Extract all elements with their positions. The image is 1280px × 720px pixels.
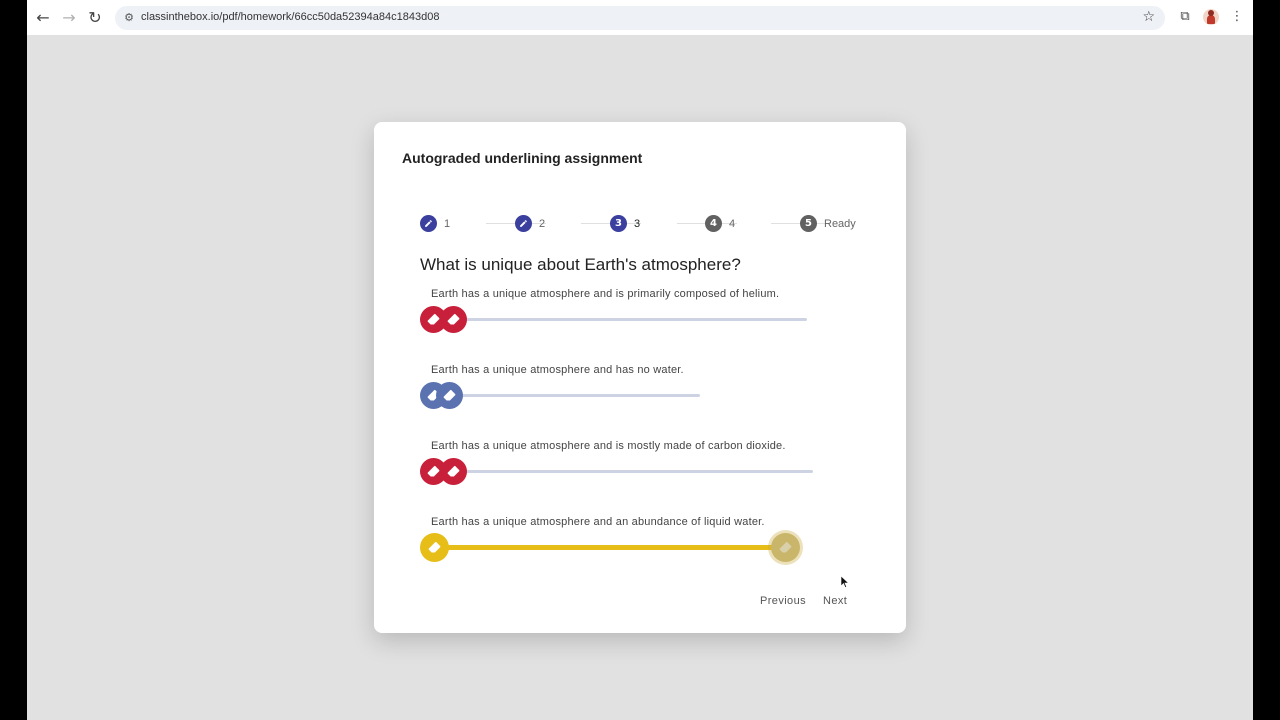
eraser-icon bbox=[427, 313, 440, 325]
underline-track[interactable] bbox=[444, 318, 807, 321]
menu-icon[interactable]: ⋮ bbox=[1228, 8, 1246, 26]
step-label: 1 bbox=[444, 217, 451, 230]
eraser-icon bbox=[447, 465, 460, 477]
option-text[interactable]: Earth has a unique atmosphere and an abu… bbox=[431, 516, 765, 528]
eraser-icon bbox=[428, 541, 441, 553]
assignment-title: Autograded underlining assignment bbox=[402, 150, 643, 166]
forward-icon[interactable]: → bbox=[59, 8, 79, 28]
step-2[interactable]: 2 bbox=[515, 215, 545, 232]
address-bar[interactable]: ⚙ classinthebox.io/pdf/homework/66cc50da… bbox=[115, 6, 1165, 30]
site-info-icon[interactable]: ⚙ bbox=[121, 10, 137, 26]
underline-end-handle[interactable] bbox=[440, 458, 467, 485]
back-icon[interactable]: ← bbox=[33, 8, 53, 28]
previous-button[interactable]: Previous bbox=[760, 595, 806, 607]
step-label: 4 bbox=[729, 217, 736, 230]
browser-window: ← → ↻ ⚙ classinthebox.io/pdf/homework/66… bbox=[27, 0, 1253, 720]
step-number-badge: 4 bbox=[705, 215, 722, 232]
step-number-badge: 5 bbox=[800, 215, 817, 232]
step-4[interactable]: 4 4 bbox=[705, 215, 735, 232]
step-5[interactable]: 5 Ready bbox=[800, 215, 856, 232]
extensions-icon[interactable]: ⧉ bbox=[1176, 8, 1194, 26]
step-done-icon bbox=[515, 215, 532, 232]
option-text[interactable]: Earth has a unique atmosphere and is mos… bbox=[431, 440, 786, 452]
assignment-dialog: Autograded underlining assignment 1 2 3 … bbox=[374, 122, 906, 633]
step-done-icon bbox=[420, 215, 437, 232]
question-text: What is unique about Earth's atmosphere? bbox=[420, 255, 741, 274]
step-3[interactable]: 3 3 bbox=[610, 215, 640, 232]
url-text[interactable]: classinthebox.io/pdf/homework/66cc50da52… bbox=[141, 11, 439, 23]
step-label: 2 bbox=[539, 217, 546, 230]
underline-track[interactable] bbox=[444, 394, 700, 397]
profile-avatar[interactable] bbox=[1203, 9, 1219, 25]
underline-track[interactable] bbox=[444, 470, 813, 473]
pencil-icon bbox=[520, 220, 527, 227]
eraser-icon bbox=[447, 313, 460, 325]
eraser-icon bbox=[779, 541, 792, 553]
step-number-badge: 3 bbox=[610, 215, 627, 232]
reload-icon[interactable]: ↻ bbox=[85, 8, 105, 28]
eraser-icon bbox=[427, 465, 440, 477]
next-button[interactable]: Next bbox=[823, 595, 847, 607]
eraser-icon bbox=[443, 389, 456, 401]
browser-toolbar: ← → ↻ ⚙ classinthebox.io/pdf/homework/66… bbox=[27, 0, 1253, 35]
underline-end-handle[interactable] bbox=[440, 306, 467, 333]
underline-end-handle[interactable] bbox=[771, 533, 800, 562]
step-1[interactable]: 1 bbox=[420, 215, 450, 232]
option-text[interactable]: Earth has a unique atmosphere and has no… bbox=[431, 364, 684, 376]
pencil-icon bbox=[425, 220, 432, 227]
bookmark-star-icon[interactable]: ☆ bbox=[1142, 9, 1155, 25]
step-label: Ready bbox=[824, 217, 856, 230]
underline-track-selected[interactable] bbox=[436, 545, 796, 550]
mouse-cursor-icon bbox=[841, 576, 849, 588]
option-text[interactable]: Earth has a unique atmosphere and is pri… bbox=[431, 288, 779, 300]
underline-end-handle[interactable] bbox=[436, 382, 463, 409]
underline-start-handle[interactable] bbox=[420, 533, 449, 562]
step-label: 3 bbox=[634, 217, 641, 230]
